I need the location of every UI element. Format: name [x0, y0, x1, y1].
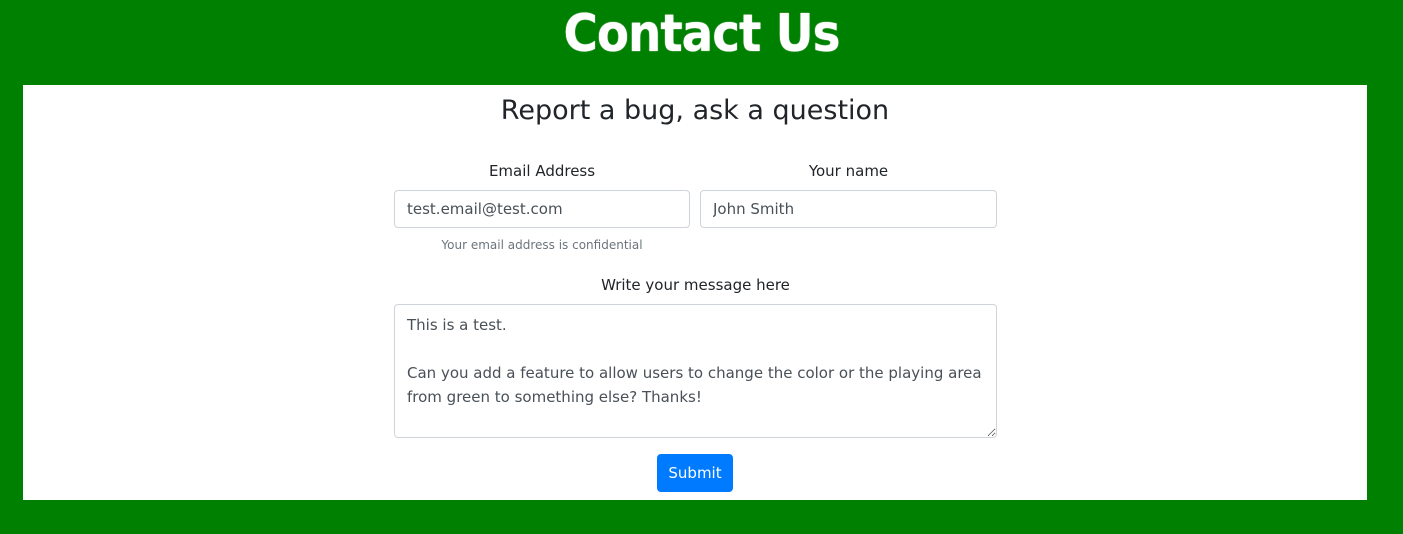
form-heading: Report a bug, ask a question [500, 95, 890, 126]
message-label: Write your message here [601, 276, 790, 294]
contact-form-panel: Report a bug, ask a question Email Addre… [23, 85, 1367, 500]
name-field[interactable] [700, 190, 997, 228]
name-label: Your name [808, 162, 889, 180]
message-textarea[interactable]: This is a test. Can you add a feature to… [394, 304, 997, 438]
email-label: Email Address [488, 162, 596, 180]
submit-button[interactable]: Submit [657, 454, 733, 492]
page-title: Contact Us [563, 4, 841, 64]
email-help-text: Your email address is confidential [441, 238, 643, 252]
email-field[interactable] [394, 190, 690, 228]
